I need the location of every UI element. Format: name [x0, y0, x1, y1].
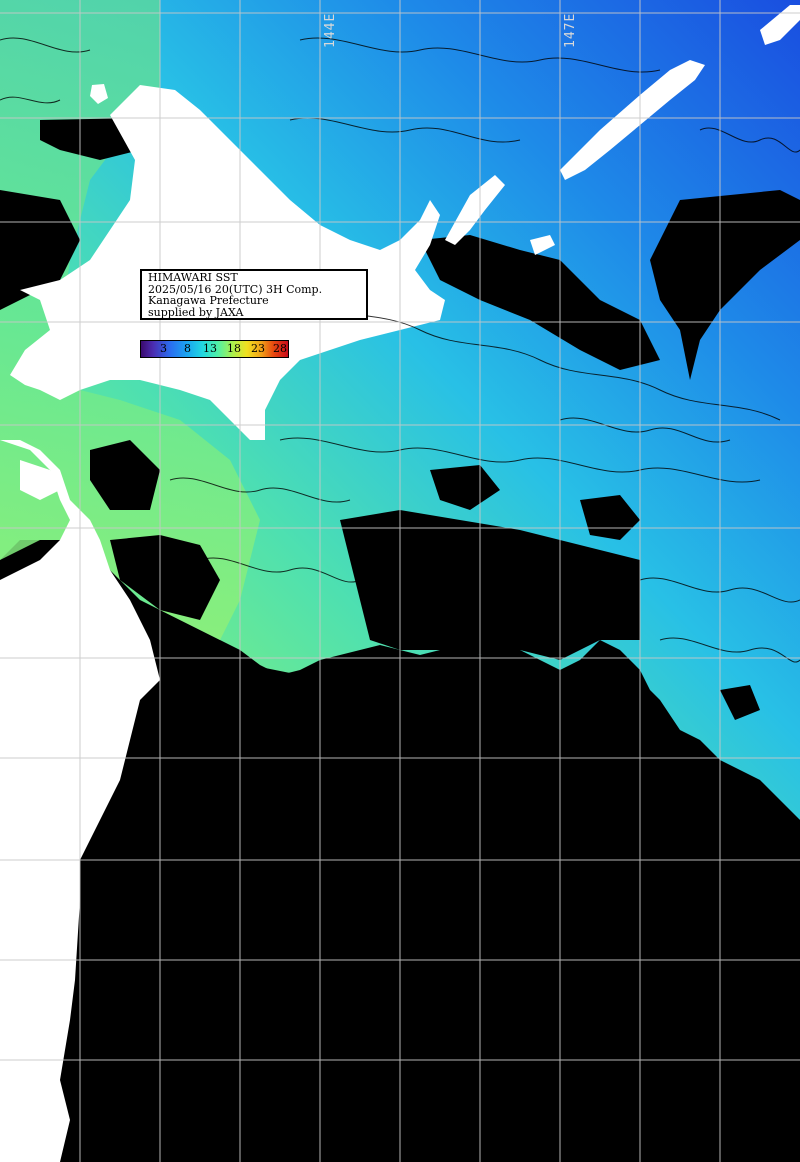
sst-map: 144E 147E HIMAWARI SST 2025/05/16 20(UTC…	[0, 0, 800, 1162]
info-credit: supplied by JAXA	[148, 305, 244, 319]
sst-color-legend: 3 8 13 18 23 28	[140, 340, 289, 358]
legend-tick-18: 18	[227, 342, 241, 355]
lon-label-147e: 147E	[563, 12, 578, 48]
info-region: Kanagawa Prefecture	[148, 294, 269, 307]
legend-tick-28: 28	[273, 342, 287, 355]
legend-tick-8: 8	[184, 342, 191, 355]
legend-tick-13: 13	[203, 342, 217, 355]
legend-tick-23: 23	[251, 342, 265, 355]
legend-tick-3: 3	[160, 342, 167, 355]
lon-label-144e: 144E	[323, 12, 338, 48]
map-info-box: HIMAWARI SST 2025/05/16 20(UTC) 3H Comp.…	[140, 269, 368, 320]
info-title: HIMAWARI SST	[148, 271, 238, 284]
sst-map-canvas	[0, 0, 800, 1162]
